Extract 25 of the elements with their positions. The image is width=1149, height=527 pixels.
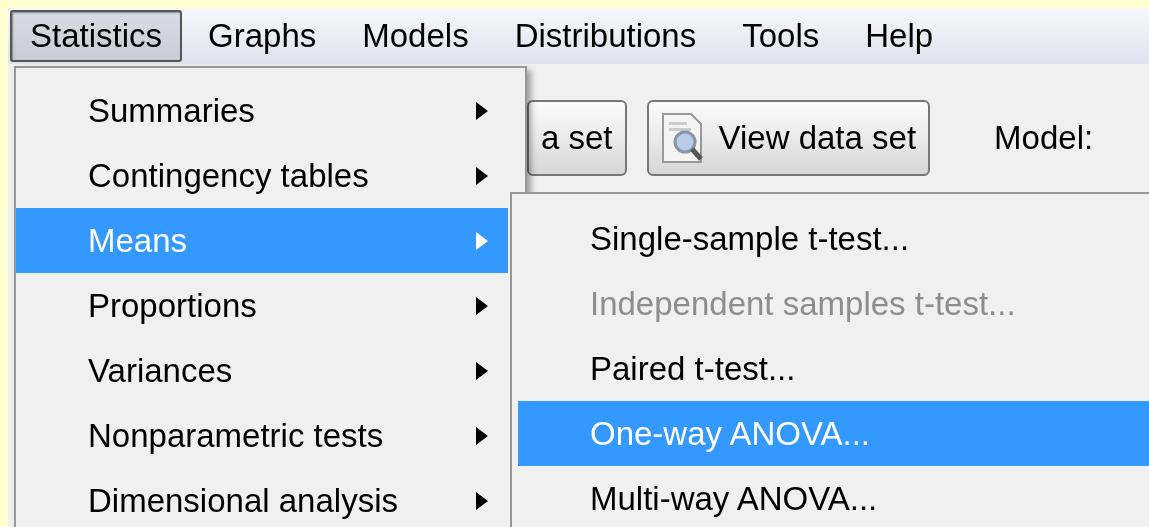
menu-item[interactable]: Contingency tables — [16, 143, 508, 208]
menu-title[interactable]: Help — [845, 10, 954, 62]
menu-title[interactable]: Models — [342, 10, 489, 62]
menu-item[interactable]: Single-sample t-test... — [518, 206, 1149, 271]
submenu-arrow-icon — [476, 426, 488, 445]
menu-item[interactable]: Proportions — [16, 273, 508, 338]
menu-title[interactable]: Statistics — [10, 10, 183, 62]
menu-title[interactable]: Graphs — [188, 10, 337, 62]
menu-title[interactable]: Tools — [722, 10, 840, 62]
toolbar-button[interactable]: View data set — [646, 100, 931, 176]
menu-item[interactable]: Variances — [16, 338, 508, 403]
submenu-arrow-icon — [476, 166, 488, 185]
submenu-arrow-icon — [476, 296, 488, 315]
menu-item[interactable]: Nonparametric tests — [16, 403, 508, 468]
submenu-arrow-icon — [476, 101, 488, 120]
menu-item[interactable]: Summaries — [16, 78, 508, 143]
submenu-arrow-icon — [476, 491, 488, 510]
menu-item[interactable]: Dimensional analysis — [16, 468, 508, 527]
submenu-arrow-icon — [476, 361, 488, 380]
menu-item[interactable]: Paired t-test... — [518, 336, 1149, 401]
menu-title[interactable]: Distributions — [494, 10, 717, 62]
toolbar-button[interactable]: a set — [527, 100, 627, 176]
menu-item[interactable]: Multi-way ANOVA... — [518, 466, 1149, 527]
model-label: Model: — [994, 119, 1094, 157]
submenu-arrow-icon — [476, 231, 488, 250]
